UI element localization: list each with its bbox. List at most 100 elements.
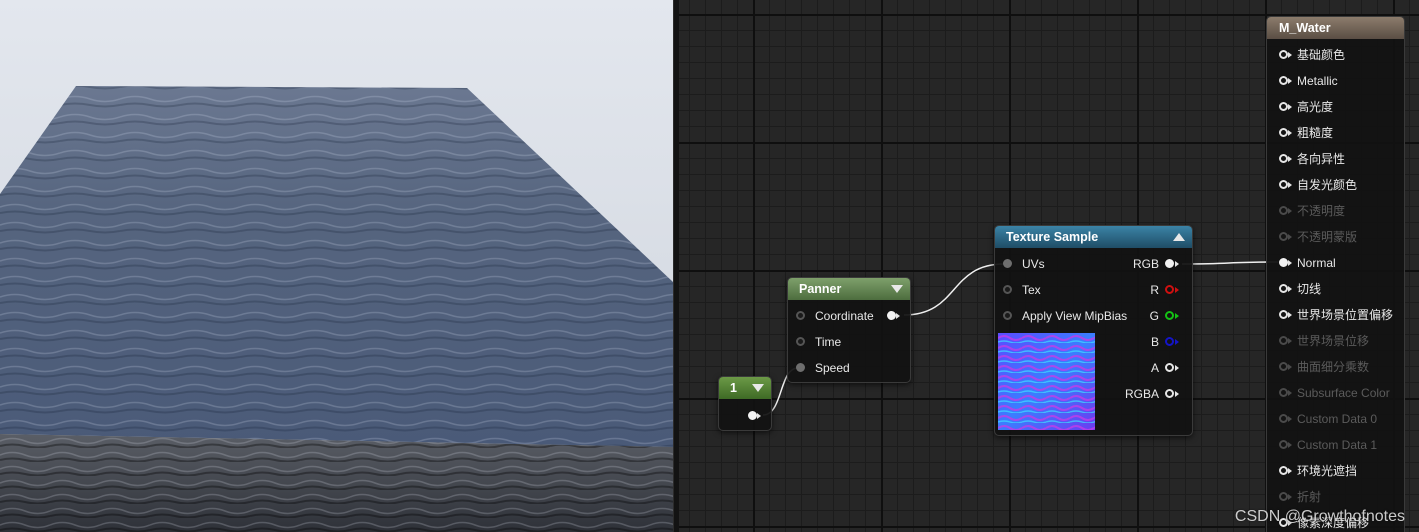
texture-output-r: R xyxy=(1110,281,1180,299)
constant-node[interactable]: 1 xyxy=(718,376,772,431)
pin-arrow-icon xyxy=(1288,208,1292,214)
rgb-output-pin[interactable] xyxy=(1165,259,1174,268)
mipbias-input-pin[interactable] xyxy=(1003,311,1012,320)
result-node-header[interactable]: M_Water xyxy=(1267,17,1404,39)
panner-node[interactable]: Panner Coordinate Time Speed xyxy=(787,277,911,383)
texture-output-g: G xyxy=(1110,307,1180,325)
result-input-pin[interactable] xyxy=(1279,76,1288,85)
constant-node-header[interactable]: 1 xyxy=(719,377,771,399)
wire-panner-to-uvs xyxy=(903,263,1005,316)
result-input-pin[interactable] xyxy=(1279,102,1288,111)
coordinate-input-pin[interactable] xyxy=(796,311,805,320)
result-input-pin[interactable] xyxy=(1279,154,1288,163)
result-input-pin[interactable] xyxy=(1279,180,1288,189)
panner-node-header[interactable]: Panner xyxy=(788,278,910,300)
result-input-pin[interactable] xyxy=(1279,414,1288,423)
texture-output-a: A xyxy=(1110,359,1180,377)
result-pin-label: Metallic xyxy=(1297,74,1338,88)
pin-arrow-icon xyxy=(1288,182,1292,188)
collapse-arrow-icon[interactable] xyxy=(752,384,764,392)
wire-rgb-to-normal xyxy=(1181,261,1279,265)
pin-arrow-icon xyxy=(1288,234,1292,240)
pin-arrow-icon xyxy=(757,413,761,419)
pin-arrow-icon xyxy=(1288,494,1292,500)
time-input-pin[interactable] xyxy=(796,337,805,346)
b-output-pin[interactable] xyxy=(1165,337,1174,346)
rgba-output-pin[interactable] xyxy=(1165,389,1174,398)
result-input-pin[interactable] xyxy=(1279,440,1288,449)
pin-arrow-icon xyxy=(896,313,900,319)
result-input-pin[interactable] xyxy=(1279,362,1288,371)
a-label: A xyxy=(1150,361,1159,375)
result-pin-label: 高光度 xyxy=(1297,100,1334,114)
result-input-pin[interactable] xyxy=(1279,50,1288,59)
pin-arrow-icon xyxy=(1175,365,1179,371)
result-pin-label: 各向异性 xyxy=(1297,152,1346,166)
result-input-pin[interactable] xyxy=(1279,206,1288,215)
result-input-pin[interactable] xyxy=(1279,336,1288,345)
speed-input-pin[interactable] xyxy=(796,363,805,372)
pin-arrow-icon xyxy=(1288,78,1292,84)
pin-arrow-icon xyxy=(1288,156,1292,162)
material-name: M_Water xyxy=(1279,21,1331,35)
pin-arrow-icon xyxy=(1288,130,1292,136)
pin-arrow-icon xyxy=(1288,104,1292,110)
result-pin-label: Normal xyxy=(1297,256,1336,270)
result-input-pin[interactable] xyxy=(1279,284,1288,293)
collapse-arrow-icon[interactable] xyxy=(1173,233,1185,241)
result-input-pin[interactable] xyxy=(1279,232,1288,241)
result-pin-label: Subsurface Color xyxy=(1297,386,1390,400)
texture-sample-header[interactable]: Texture Sample xyxy=(995,226,1192,248)
result-pin-label: Custom Data 0 xyxy=(1297,412,1378,426)
pin-arrow-icon xyxy=(1175,287,1179,293)
constant-value: 1 xyxy=(730,381,737,395)
result-pin-label: 切线 xyxy=(1297,282,1322,296)
r-label: R xyxy=(1150,283,1159,297)
tex-input-pin[interactable] xyxy=(1003,285,1012,294)
result-input-pin[interactable] xyxy=(1279,466,1288,475)
result-pin-label: 世界场景位置偏移 xyxy=(1297,308,1394,322)
texture-sample-node[interactable]: Texture Sample UVs Tex Apply View MipBia… xyxy=(994,225,1193,436)
a-output-pin[interactable] xyxy=(1165,363,1174,372)
r-output-pin[interactable] xyxy=(1165,285,1174,294)
viewport-scene xyxy=(0,86,673,532)
result-input-pin[interactable] xyxy=(1279,310,1288,319)
pin-arrow-icon xyxy=(1175,339,1179,345)
pin-arrow-icon xyxy=(1288,286,1292,292)
result-input-pin[interactable] xyxy=(1279,128,1288,137)
pin-arrow-icon xyxy=(1288,260,1292,266)
pin-arrow-icon xyxy=(1288,468,1292,474)
result-pin-label: 环境光遮挡 xyxy=(1297,464,1358,478)
result-pin-label: Custom Data 1 xyxy=(1297,438,1378,452)
rgba-label: RGBA xyxy=(1124,387,1159,401)
pin-arrow-icon xyxy=(1288,390,1292,396)
collapse-arrow-icon[interactable] xyxy=(891,285,903,293)
result-pin-label: 自发光颜色 xyxy=(1297,178,1358,192)
result-input-pin[interactable] xyxy=(1279,258,1288,267)
coordinate-label: Coordinate xyxy=(815,309,874,323)
texture-sample-title: Texture Sample xyxy=(1006,230,1099,244)
pin-arrow-icon xyxy=(1175,261,1179,267)
pin-arrow-icon xyxy=(1175,313,1179,319)
result-pin-label: 曲面细分乘数 xyxy=(1297,360,1370,374)
result-input-pin[interactable] xyxy=(1279,492,1288,501)
pin-arrow-icon xyxy=(1288,416,1292,422)
constant-output-pin[interactable] xyxy=(748,411,757,420)
texture-output-rgb: RGB xyxy=(1110,255,1180,273)
rgb-label: RGB xyxy=(1132,257,1159,271)
result-input-pin[interactable] xyxy=(1279,388,1288,397)
pin-arrow-icon xyxy=(1288,312,1292,318)
material-graph[interactable]: 1 Panner Coordinate Time Speed Texture S… xyxy=(679,0,1419,532)
viewport-3d[interactable] xyxy=(0,0,673,532)
uvs-label: UVs xyxy=(1022,257,1045,271)
material-result-node[interactable]: M_Water 基础颜色 Metallic 高光度 粗糙度 各向异性 自发光颜色 不透明度不… xyxy=(1266,16,1405,532)
panner-output-pin[interactable] xyxy=(887,311,896,320)
uvs-input-pin[interactable] xyxy=(1003,259,1012,268)
texture-output-rgba: RGBA xyxy=(1110,385,1180,403)
pin-arrow-icon xyxy=(1175,391,1179,397)
g-label: G xyxy=(1149,309,1159,323)
panner-output-row xyxy=(887,307,907,325)
watermark: CSDN @Growthofnotes xyxy=(1234,508,1405,525)
b-label: B xyxy=(1150,335,1159,349)
g-output-pin[interactable] xyxy=(1165,311,1174,320)
